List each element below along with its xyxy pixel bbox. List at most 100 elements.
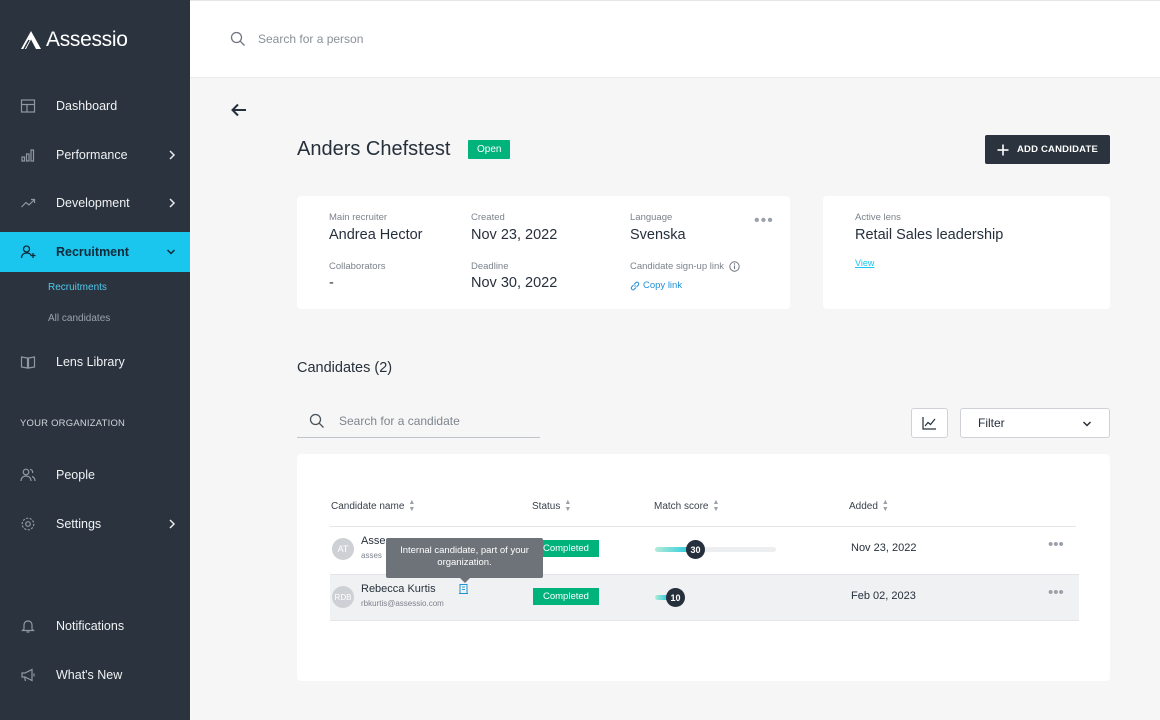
chevron-down-icon [1082, 421, 1092, 427]
search-icon [309, 413, 324, 428]
table-row[interactable]: RDB Rebecca Kurtis rbkurtis@assessio.com… [330, 574, 1079, 621]
book-icon [20, 354, 36, 370]
sidebar-item-label: Notifications [56, 619, 125, 633]
column-label: Match score [654, 500, 709, 512]
active-lens-label: Active lens [855, 212, 901, 223]
match-score-bar: 30 [655, 540, 776, 559]
filter-label: Filter [978, 416, 1005, 430]
column-header-name[interactable]: Candidate name ▲ ▼ [331, 499, 415, 513]
chevron-right-icon [169, 150, 176, 160]
logo[interactable]: Assessio [20, 28, 128, 52]
candidate-name[interactable]: Rebecca Kurtis [361, 583, 436, 595]
signup-link-label: Candidate sign-up link [630, 261, 725, 272]
link-icon [630, 281, 640, 290]
language-value: Svenska [630, 227, 686, 243]
sidebar-item-label: Development [56, 196, 130, 210]
chevron-right-icon [169, 198, 176, 208]
sidebar-item-lens-library[interactable]: Lens Library [0, 342, 190, 382]
building-icon[interactable] [459, 584, 468, 594]
collaborators-label: Collaborators [329, 261, 386, 272]
sidebar-item-development[interactable]: Development [0, 183, 190, 223]
candidate-email: rbkurtis@assessio.com [361, 599, 444, 608]
sidebar-item-label: Dashboard [56, 99, 118, 113]
copy-link-label: Copy link [643, 280, 683, 291]
bar-chart-icon [20, 147, 36, 163]
column-header-status[interactable]: Status ▲ ▼ [532, 499, 571, 513]
candidate-search-input[interactable]: Search for a candidate [339, 414, 460, 428]
deadline-label: Deadline [471, 261, 509, 272]
sort-icon: ▲ ▼ [408, 499, 416, 513]
sidebar-item-label: What's New [56, 668, 123, 682]
active-lens-value: Retail Sales leadership [855, 227, 1004, 243]
sidebar-subitem-all-candidates[interactable]: All candidates [48, 313, 110, 324]
sidebar: Assessio Dashboard Performance Developme… [0, 0, 190, 720]
sidebar-item-label: Lens Library [56, 355, 125, 369]
dashboard-icon [20, 98, 36, 114]
sidebar-item-people[interactable]: People [0, 455, 190, 495]
sidebar-subitem-recruitments[interactable]: Recruitments [48, 282, 107, 293]
add-candidate-button[interactable]: ADD CANDIDATE [985, 135, 1110, 164]
status-badge: Completed [533, 588, 599, 605]
copy-link[interactable]: Copy link [630, 280, 682, 291]
added-date: Nov 23, 2022 [851, 542, 917, 554]
chevron-down-icon [166, 249, 176, 255]
match-score-bar: 10 [655, 588, 776, 607]
signup-link-label-row: Candidate sign-up link [630, 261, 740, 272]
more-options-icon[interactable]: ••• [754, 212, 774, 230]
main-recruiter-label: Main recruiter [329, 212, 388, 223]
row-more-icon[interactable]: ••• [1048, 584, 1064, 601]
sidebar-item-performance[interactable]: Performance [0, 135, 190, 175]
info-icon[interactable] [729, 261, 740, 272]
candidate-email: asses [361, 551, 382, 560]
created-label: Created [471, 212, 505, 223]
sidebar-item-label: People [56, 468, 95, 482]
candidates-title: Candidates (2) [297, 360, 393, 376]
section-label-organization: YOUR ORGANIZATION [20, 418, 126, 429]
column-label: Added [849, 500, 878, 512]
search-icon [230, 31, 245, 46]
back-arrow-icon[interactable] [230, 101, 248, 119]
column-header-match-score[interactable]: Match score ▲ ▼ [654, 499, 719, 513]
sidebar-item-notifications[interactable]: Notifications [0, 606, 190, 646]
added-date: Feb 02, 2023 [851, 590, 916, 602]
sidebar-item-settings[interactable]: Settings [0, 504, 190, 544]
candidate-search[interactable]: Search for a candidate [297, 404, 540, 438]
add-candidate-label: ADD CANDIDATE [1016, 144, 1099, 155]
assessio-logo-icon [21, 31, 41, 50]
collaborators-value: - [329, 275, 334, 291]
megaphone-icon [20, 667, 36, 683]
avatar: AT [332, 538, 354, 560]
internal-candidate-tooltip: Internal candidate, part of your organiz… [386, 538, 543, 583]
gear-icon [20, 516, 36, 532]
line-chart-icon [922, 417, 936, 430]
trend-icon [20, 195, 36, 211]
deadline-value: Nov 30, 2022 [471, 275, 558, 291]
view-lens-link[interactable]: View [855, 258, 874, 268]
row-more-icon[interactable]: ••• [1048, 536, 1064, 553]
language-label: Language [630, 212, 673, 223]
person-search-input[interactable]: Search for a person [258, 32, 363, 46]
sidebar-item-label: Recruitment [56, 245, 129, 259]
sidebar-item-recruitment[interactable]: Recruitment [0, 232, 190, 272]
column-header-added[interactable]: Added ▲ ▼ [849, 499, 889, 513]
status-badge: Open [468, 140, 511, 159]
active-lens-card: Active lens Retail Sales leadership View [823, 196, 1110, 309]
match-score-value: 30 [686, 540, 705, 559]
sidebar-item-dashboard[interactable]: Dashboard [0, 86, 190, 126]
chart-view-button[interactable] [911, 408, 948, 438]
page-title: Anders Chefstest [297, 138, 451, 160]
bell-icon [20, 618, 36, 634]
sort-icon: ▲ ▼ [564, 499, 572, 513]
sort-icon: ▲ ▼ [881, 499, 889, 513]
column-label: Status [532, 500, 561, 512]
created-value: Nov 23, 2022 [471, 227, 558, 243]
person-search[interactable]: Search for a person [230, 31, 363, 47]
people-icon [20, 467, 36, 483]
match-score-value: 10 [666, 588, 685, 607]
sidebar-item-label: Settings [56, 517, 102, 531]
filter-dropdown[interactable]: Filter [960, 408, 1110, 438]
logo-text: Assessio [46, 28, 128, 51]
sidebar-item-whats-new[interactable]: What's New [0, 655, 190, 695]
plus-icon [997, 144, 1009, 155]
candidate-name[interactable]: Asse [361, 535, 385, 547]
